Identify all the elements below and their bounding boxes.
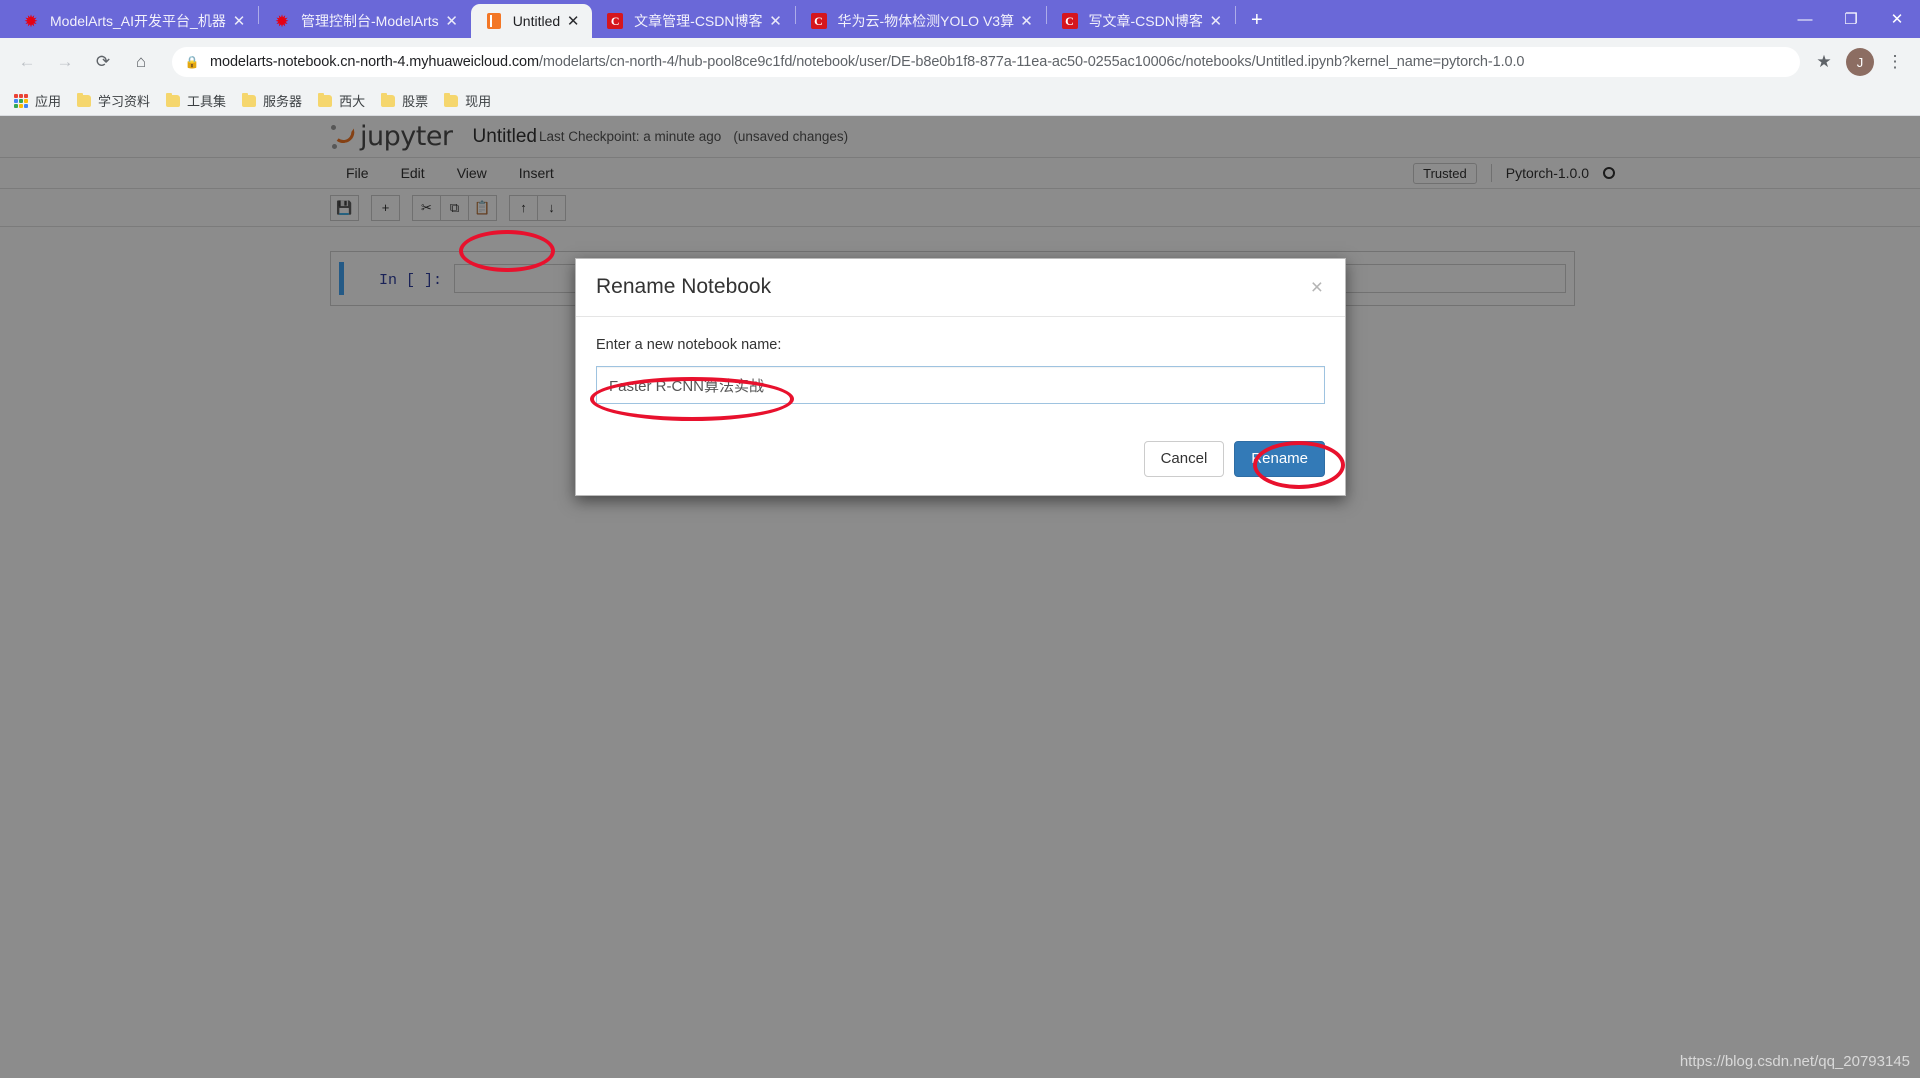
folder-icon <box>381 92 396 107</box>
forward-button[interactable]: → <box>48 45 82 79</box>
tab-divider <box>1234 6 1236 24</box>
huawei-icon: ✹ <box>23 11 39 31</box>
browser-tab-2-active[interactable]: Untitled ✕ <box>470 4 593 38</box>
folder-icon <box>444 92 459 107</box>
csdn-icon: C <box>810 12 828 30</box>
dialog-body: Enter a new notebook name: <box>576 317 1345 426</box>
close-icon[interactable]: ✕ <box>560 8 586 34</box>
bookmark-label: 股票 <box>402 94 429 109</box>
address-bar-url: modelarts-notebook.cn-north-4.myhuaweicl… <box>210 54 1524 70</box>
close-icon[interactable]: ✕ <box>1203 8 1229 34</box>
dialog-instruction: Enter a new notebook name: <box>596 337 782 353</box>
jupyter-icon <box>485 12 503 30</box>
browser-tab-1[interactable]: ✹ 管理控制台-ModelArts ✕ <box>259 4 471 38</box>
bookmark-apps[interactable]: 应用 <box>6 88 69 113</box>
csdn-icon: C <box>1061 12 1079 30</box>
close-icon[interactable]: ✕ <box>763 8 789 34</box>
folder-icon <box>166 92 181 107</box>
close-window-button[interactable]: ✕ <box>1874 0 1920 38</box>
back-button[interactable]: ← <box>10 45 44 79</box>
apps-grid-icon <box>14 93 28 108</box>
lock-icon: 🔒 <box>184 55 200 69</box>
folder-icon <box>77 92 92 107</box>
url-domain: modelarts-notebook.cn-north-4.myhuaweicl… <box>210 54 539 70</box>
csdn-icon: C <box>606 12 624 30</box>
window-controls: — ❐ ✕ <box>1782 0 1920 38</box>
close-icon[interactable]: ✕ <box>439 8 465 34</box>
cancel-button[interactable]: Cancel <box>1143 441 1225 477</box>
rename-notebook-dialog: Rename Notebook × Enter a new notebook n… <box>575 258 1346 496</box>
home-button[interactable]: ⌂ <box>124 45 158 79</box>
reload-button[interactable]: ⟳ <box>86 45 120 79</box>
dialog-title: Rename Notebook <box>596 275 772 298</box>
folder-icon <box>318 92 333 107</box>
close-icon[interactable]: ✕ <box>1014 8 1040 34</box>
browser-tab-0[interactable]: ✹ ModelArts_AI开发平台_机器学 ✕ <box>8 4 258 38</box>
browser-tab-5[interactable]: C 写文章-CSDN博客 ✕ <box>1047 4 1235 38</box>
browser-window: ✹ ModelArts_AI开发平台_机器学 ✕ ✹ 管理控制台-ModelAr… <box>0 0 1920 1078</box>
bookmark-folder-5[interactable]: 股票 <box>373 88 436 113</box>
address-bar[interactable]: 🔒 modelarts-notebook.cn-north-4.myhuawei… <box>172 47 1800 77</box>
browser-toolbar: ← → ⟳ ⌂ 🔒 modelarts-notebook.cn-north-4.… <box>0 38 1920 86</box>
tab-title: 文章管理-CSDN博客 <box>634 13 763 29</box>
bookmark-folder-2[interactable]: 工具集 <box>158 88 234 113</box>
minimize-button[interactable]: — <box>1782 0 1828 38</box>
bookmark-folder-1[interactable]: 学习资料 <box>69 88 158 113</box>
tab-title: ModelArts_AI开发平台_机器学 <box>50 13 226 29</box>
bookmark-folder-6[interactable]: 现用 <box>436 88 499 113</box>
bookmark-label: 应用 <box>35 94 62 109</box>
close-icon[interactable]: ✕ <box>226 8 252 34</box>
bookmark-label: 西大 <box>339 94 366 109</box>
bookmark-folder-3[interactable]: 服务器 <box>234 88 310 113</box>
bookmark-label: 服务器 <box>263 94 303 109</box>
bookmarks-bar: 应用 学习资料 工具集 服务器 西大 股票 现用 <box>0 86 1920 116</box>
bookmark-star-icon[interactable]: ★ <box>1808 46 1840 78</box>
rename-button[interactable]: Rename <box>1234 441 1325 477</box>
dialog-header: Rename Notebook × <box>576 259 1345 317</box>
new-tab-button[interactable]: + <box>1240 5 1274 35</box>
close-icon[interactable]: × <box>1309 275 1325 300</box>
bookmark-label: 工具集 <box>187 94 227 109</box>
page-viewport: jupyter Untitled Last Checkpoint: a minu… <box>0 116 1920 1078</box>
tab-strip: ✹ ModelArts_AI开发平台_机器学 ✕ ✹ 管理控制台-ModelAr… <box>0 0 1920 38</box>
url-path: /modelarts/cn-north-4/hub-pool8ce9c1fd/n… <box>538 54 1525 70</box>
huawei-icon: ✹ <box>274 11 290 31</box>
bookmark-label: 现用 <box>465 94 492 109</box>
chrome-menu-icon[interactable]: ⋮ <box>1880 46 1910 78</box>
tab-title: Untitled <box>512 13 561 29</box>
browser-tab-3[interactable]: C 文章管理-CSDN博客 ✕ <box>592 4 794 38</box>
maximize-button[interactable]: ❐ <box>1828 0 1874 38</box>
avatar[interactable]: J <box>1846 48 1874 76</box>
bookmark-label: 学习资料 <box>98 94 151 109</box>
folder-icon <box>242 92 257 107</box>
tab-title: 管理控制台-ModelArts <box>301 13 439 29</box>
watermark: https://blog.csdn.net/qq_20793145 <box>1679 1053 1910 1070</box>
dialog-footer: Cancel Rename <box>576 426 1345 495</box>
notebook-name-input[interactable] <box>596 366 1325 404</box>
browser-tab-4[interactable]: C 华为云-物体检测YOLO V3算法实 ✕ <box>796 4 1046 38</box>
bookmark-folder-4[interactable]: 西大 <box>310 88 373 113</box>
tab-title: 华为云-物体检测YOLO V3算法实 <box>837 13 1014 29</box>
tab-title: 写文章-CSDN博客 <box>1088 13 1203 29</box>
